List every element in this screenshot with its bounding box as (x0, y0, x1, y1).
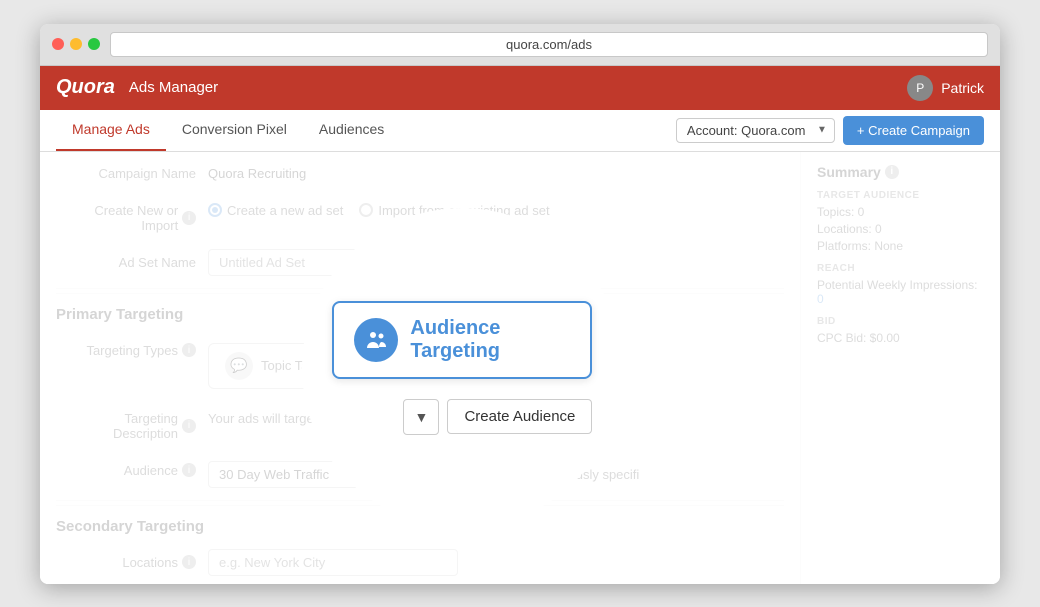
locations-input[interactable] (208, 549, 458, 576)
campaign-name-value: Quora Recruiting (208, 160, 306, 181)
browser-dots (52, 38, 100, 50)
browser-url-bar[interactable]: quora.com/ads (110, 32, 988, 57)
create-import-info-icon[interactable]: i (182, 211, 196, 225)
radio-create-new[interactable]: Create a new ad set (208, 203, 343, 218)
radio-group: Create a new ad set Import from an exist… (208, 197, 550, 218)
quora-logo: Quora (56, 76, 115, 99)
campaign-name-row: Campaign Name Quora Recruiting (56, 152, 784, 189)
sub-nav-tabs: Manage Ads Conversion Pixel Audiences (56, 110, 400, 151)
targeting-description-text: Your ads will target members of a (208, 405, 400, 426)
audience-select-wrapper: 30 Day Web Traffic an audience that you … (208, 457, 639, 488)
nav-right: P Patrick (907, 75, 984, 101)
account-select-wrapper: Account: Quora.com (676, 118, 835, 143)
create-new-import-row: Create New or Import i Create a new ad s… (56, 189, 784, 241)
tab-manage-ads[interactable]: Manage Ads (56, 110, 166, 151)
main-layout: Campaign Name Quora Recruiting Create Ne… (40, 152, 1000, 584)
dot-yellow[interactable] (70, 38, 82, 50)
ad-set-name-row: Ad Set Name (56, 241, 784, 284)
tab-audiences[interactable]: Audiences (303, 110, 400, 151)
targeting-description-row: Targeting Description i Your ads will ta… (56, 397, 784, 449)
ad-set-name-label: Ad Set Name (56, 249, 196, 270)
locations-label: Locations i (56, 549, 196, 570)
audience-select[interactable]: 30 Day Web Traffic (208, 461, 408, 488)
summary-impressions: Potential Weekly Impressions: 0 (817, 278, 984, 306)
campaign-name-label: Campaign Name (56, 160, 196, 181)
sub-nav: Manage Ads Conversion Pixel Audiences Ac… (40, 110, 1000, 152)
audience-info-icon[interactable]: i (182, 463, 196, 477)
form-area: Campaign Name Quora Recruiting Create Ne… (40, 152, 800, 584)
topic-targeting-label: Topic Targeting (261, 358, 348, 373)
nav-left: Quora Ads Manager (56, 76, 218, 99)
target-audience-section-label: TARGET AUDIENCE (817, 190, 984, 201)
reach-section-label: REACH (817, 263, 984, 274)
targeting-description-info-icon[interactable]: i (182, 419, 196, 433)
radio-import-label: Import from an existing ad set (378, 203, 549, 218)
top-nav: Quora Ads Manager P Patrick (40, 66, 1000, 110)
locations-info-icon[interactable]: i (182, 555, 196, 569)
radio-create-new-label: Create a new ad set (227, 203, 343, 218)
ads-manager-label: Ads Manager (129, 79, 218, 96)
account-select[interactable]: Account: Quora.com (676, 118, 835, 143)
app-content: Quora Ads Manager P Patrick Manage Ads C… (40, 66, 1000, 584)
impressions-value: 0 (817, 292, 824, 306)
browser-titlebar: quora.com/ads (40, 24, 1000, 66)
primary-targeting-header: Primary Targeting (56, 293, 784, 329)
bid-section-label: BID (817, 316, 984, 327)
tab-conversion-pixel[interactable]: Conversion Pixel (166, 110, 303, 151)
create-new-import-label: Create New or Import i (56, 197, 196, 233)
topic-targeting-icon: 💬 (225, 352, 253, 380)
radio-import[interactable]: Import from an existing ad set (359, 203, 549, 218)
browser-window: quora.com/ads Quora Ads Manager P Patric… (40, 24, 1000, 584)
targeting-types-info-icon[interactable]: i (182, 343, 196, 357)
audience-label: Audience i (56, 457, 196, 478)
radio-import-dot (359, 203, 373, 217)
dot-red[interactable] (52, 38, 64, 50)
audience-description-partial: an audience that you previously specifi (416, 467, 639, 482)
summary-topics: Topics: 0 (817, 205, 984, 219)
summary-info-icon[interactable]: i (885, 165, 899, 179)
targeting-options: 💬 Topic Targeting (208, 337, 365, 389)
sub-nav-right: Account: Quora.com + Create Campaign (676, 116, 984, 145)
locations-row: Locations i (56, 541, 784, 584)
radio-create-new-dot (208, 203, 222, 217)
topic-targeting-card[interactable]: 💬 Topic Targeting (208, 343, 365, 389)
summary-title: Summary i (817, 164, 984, 180)
targeting-types-label: Targeting Types i (56, 337, 196, 358)
secondary-targeting-header: Secondary Targeting (56, 505, 784, 541)
dot-green[interactable] (88, 38, 100, 50)
summary-cpc-bid: CPC Bid: $0.00 (817, 331, 984, 345)
audience-row: Audience i 30 Day Web Traffic an audienc… (56, 449, 784, 496)
user-avatar: P (907, 75, 933, 101)
user-name: Patrick (941, 80, 984, 96)
summary-panel: Summary i TARGET AUDIENCE Topics: 0 Loca… (800, 152, 1000, 584)
ad-set-name-input[interactable] (208, 249, 488, 276)
summary-platforms: Platforms: None (817, 239, 984, 253)
summary-locations: Locations: 0 (817, 222, 984, 236)
targeting-types-row: Targeting Types i 💬 Topic Targeting (56, 329, 784, 397)
create-campaign-button[interactable]: + Create Campaign (843, 116, 984, 145)
targeting-description-label: Targeting Description i (56, 405, 196, 441)
